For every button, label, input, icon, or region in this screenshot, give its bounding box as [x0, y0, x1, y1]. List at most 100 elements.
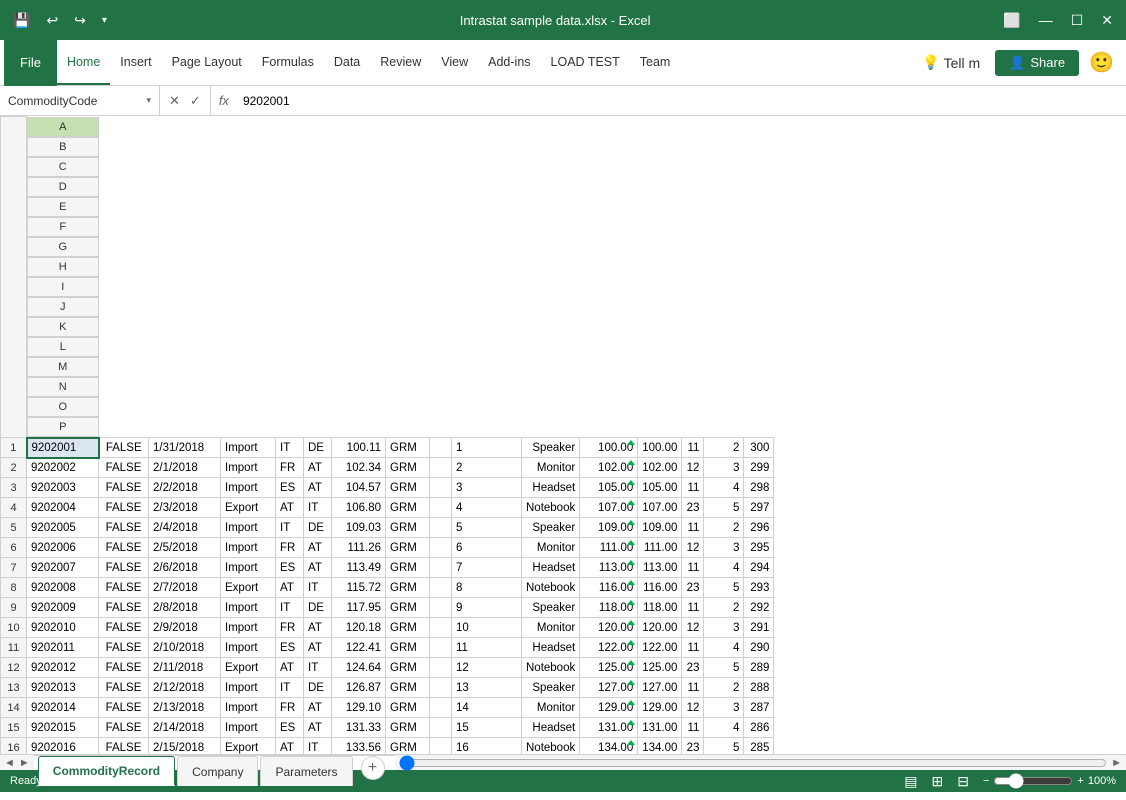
cell[interactable]: GRM: [386, 598, 430, 618]
cell[interactable]: 127.00: [580, 678, 638, 698]
tab-team[interactable]: Team: [630, 40, 681, 85]
cell[interactable]: IT: [304, 578, 332, 598]
cell[interactable]: 2: [704, 678, 744, 698]
col-header-n[interactable]: N: [27, 377, 99, 397]
cell[interactable]: Headset: [522, 558, 580, 578]
cell[interactable]: [430, 458, 452, 478]
cell[interactable]: FALSE: [99, 478, 149, 498]
cell[interactable]: FALSE: [99, 678, 149, 698]
add-sheet-button[interactable]: +: [361, 756, 385, 780]
cell[interactable]: 105.00: [638, 478, 682, 498]
tab-data[interactable]: Data: [324, 40, 370, 85]
cell[interactable]: 118.00: [580, 598, 638, 618]
cell[interactable]: 109.00: [580, 518, 638, 538]
cell[interactable]: FR: [276, 698, 304, 718]
tab-load-test[interactable]: LOAD TEST: [541, 40, 630, 85]
cell[interactable]: 129.00: [638, 698, 682, 718]
cell[interactable]: [430, 498, 452, 518]
cell[interactable]: 13: [452, 678, 522, 698]
cell[interactable]: 11: [682, 638, 704, 658]
table-wrapper[interactable]: A B C D E F G H I J K L M N O P: [0, 116, 1126, 754]
col-header-a[interactable]: A: [27, 117, 99, 137]
cell[interactable]: 100.11: [332, 438, 386, 458]
cell[interactable]: IT: [304, 658, 332, 678]
cell[interactable]: ES: [276, 478, 304, 498]
cell[interactable]: 9202010: [27, 618, 99, 638]
zoom-in-icon[interactable]: +: [1077, 775, 1083, 787]
cell[interactable]: 11: [682, 478, 704, 498]
cell[interactable]: 287: [744, 698, 774, 718]
cell[interactable]: [430, 578, 452, 598]
cell[interactable]: GRM: [386, 618, 430, 638]
cell[interactable]: FALSE: [99, 658, 149, 678]
cell[interactable]: AT: [304, 618, 332, 638]
cell[interactable]: 107.00: [580, 498, 638, 518]
cell[interactable]: AT: [276, 658, 304, 678]
cell[interactable]: Import: [221, 638, 276, 658]
cell[interactable]: [430, 718, 452, 738]
cell[interactable]: Monitor: [522, 538, 580, 558]
cell[interactable]: 2/10/2018: [149, 638, 221, 658]
share-button[interactable]: 👤 Share: [995, 50, 1079, 76]
cell[interactable]: 113.00: [580, 558, 638, 578]
cell[interactable]: Speaker: [522, 518, 580, 538]
col-header-p[interactable]: P: [27, 417, 99, 437]
col-header-m[interactable]: M: [27, 357, 99, 377]
tab-add-ins[interactable]: Add-ins: [478, 40, 540, 85]
col-header-k[interactable]: K: [27, 317, 99, 337]
cell[interactable]: 102.00: [638, 458, 682, 478]
cell[interactable]: 295: [744, 538, 774, 558]
cell[interactable]: 298: [744, 478, 774, 498]
cell[interactable]: Monitor: [522, 618, 580, 638]
cell[interactable]: Import: [221, 618, 276, 638]
cell[interactable]: 102.00: [580, 458, 638, 478]
cell[interactable]: FALSE: [99, 598, 149, 618]
cell[interactable]: 2/2/2018: [149, 478, 221, 498]
cell[interactable]: 9202005: [27, 518, 99, 538]
cell[interactable]: GRM: [386, 438, 430, 458]
cell[interactable]: [430, 478, 452, 498]
tab-insert[interactable]: Insert: [110, 40, 161, 85]
cell[interactable]: 12: [682, 698, 704, 718]
cell[interactable]: FALSE: [99, 718, 149, 738]
cell[interactable]: 4: [704, 638, 744, 658]
cell[interactable]: 15: [452, 718, 522, 738]
cell[interactable]: 5: [704, 498, 744, 518]
cell[interactable]: 11: [682, 678, 704, 698]
cell[interactable]: [430, 698, 452, 718]
cell[interactable]: 2/12/2018: [149, 678, 221, 698]
cell[interactable]: FALSE: [99, 458, 149, 478]
cell[interactable]: 11: [682, 558, 704, 578]
cell[interactable]: 9202016: [27, 738, 99, 755]
cell[interactable]: 4: [704, 718, 744, 738]
undo-button[interactable]: ↩: [41, 10, 63, 31]
cell[interactable]: 1: [452, 438, 522, 458]
cell[interactable]: DE: [304, 518, 332, 538]
cell[interactable]: 296: [744, 518, 774, 538]
cell[interactable]: FR: [276, 618, 304, 638]
cell[interactable]: 111.00: [638, 538, 682, 558]
cell[interactable]: IT: [304, 738, 332, 755]
cell[interactable]: 299: [744, 458, 774, 478]
cell[interactable]: [430, 638, 452, 658]
cell[interactable]: GRM: [386, 498, 430, 518]
cell[interactable]: Monitor: [522, 698, 580, 718]
cell[interactable]: 100.00: [638, 438, 682, 458]
col-header-f[interactable]: F: [27, 217, 99, 237]
cell[interactable]: 120.00: [638, 618, 682, 638]
cell[interactable]: FALSE: [99, 538, 149, 558]
cell[interactable]: 131.33: [332, 718, 386, 738]
cell[interactable]: 133.56: [332, 738, 386, 755]
cell[interactable]: 6: [452, 538, 522, 558]
cell[interactable]: IT: [276, 598, 304, 618]
cell[interactable]: FALSE: [99, 698, 149, 718]
cell[interactable]: [430, 658, 452, 678]
cell[interactable]: Import: [221, 558, 276, 578]
normal-view-button[interactable]: ▤: [904, 773, 917, 790]
cell[interactable]: GRM: [386, 558, 430, 578]
close-button[interactable]: ✕: [1096, 10, 1118, 31]
cell[interactable]: [430, 598, 452, 618]
cell[interactable]: [430, 518, 452, 538]
cell[interactable]: Import: [221, 718, 276, 738]
cell[interactable]: Import: [221, 458, 276, 478]
